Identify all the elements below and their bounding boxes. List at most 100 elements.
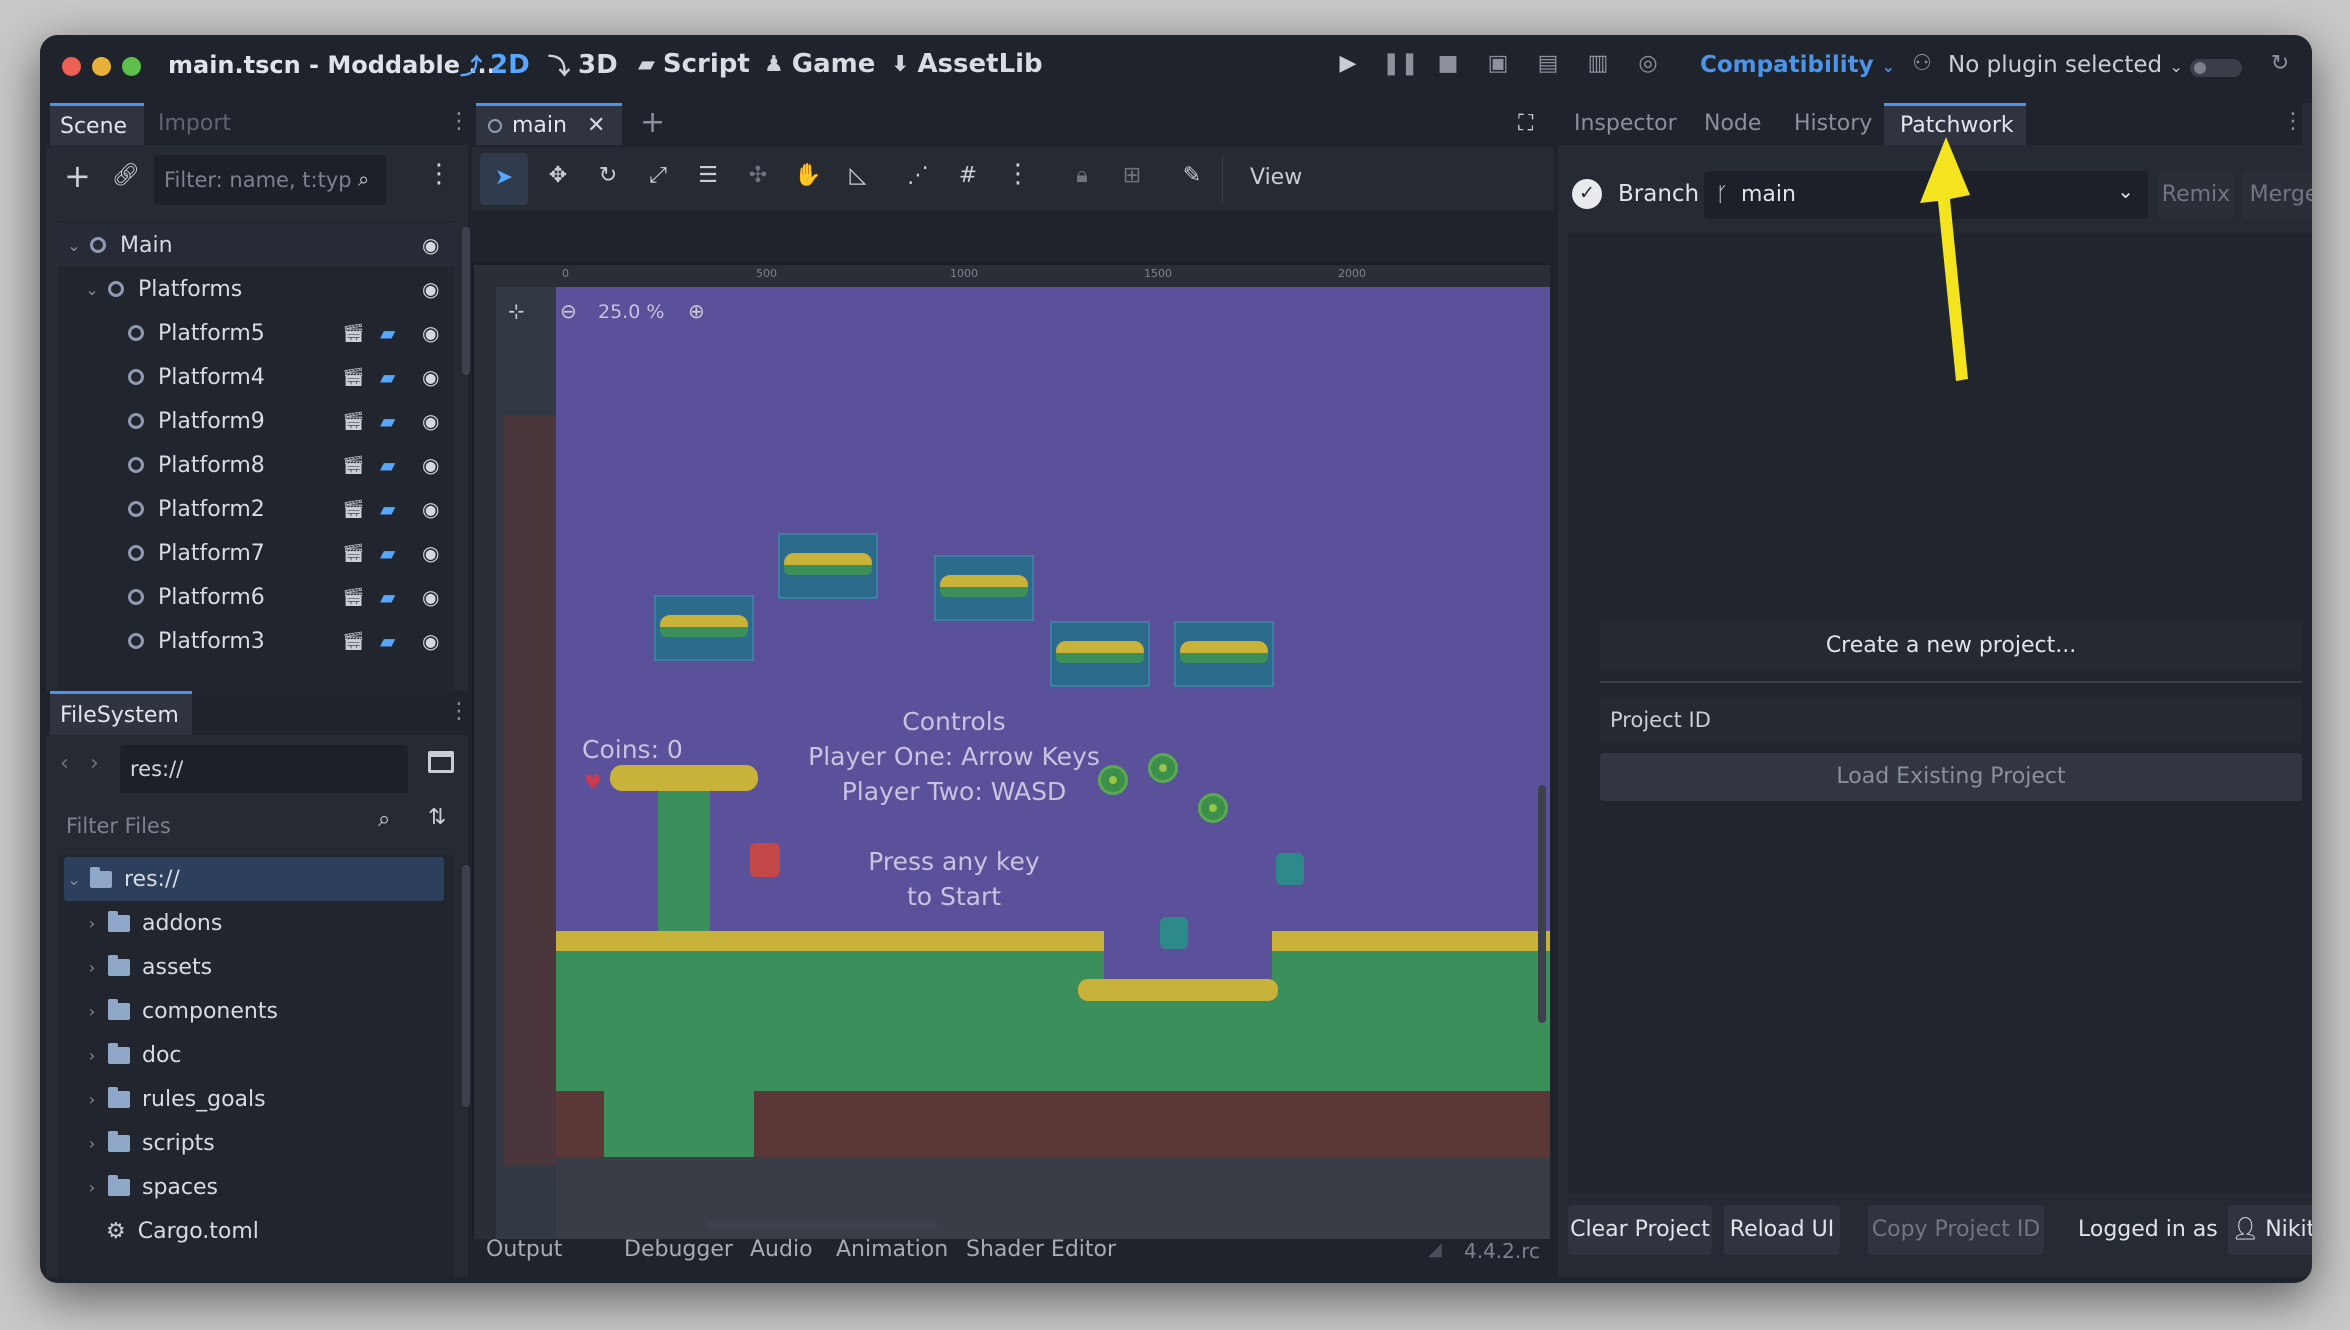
file-row-folder[interactable]: › scripts <box>58 1121 454 1165</box>
instance-scene-icon[interactable]: 🎬︎ <box>342 411 365 432</box>
script-icon[interactable]: ▰ <box>380 321 395 345</box>
plugin-select[interactable]: No plugin selected ⌄ <box>1948 52 2183 78</box>
create-project-button[interactable]: Create a new project... <box>1600 621 2302 671</box>
tab-main[interactable]: main ✕ <box>476 103 622 145</box>
back-arrow-icon[interactable]: ‹ <box>60 751 69 776</box>
add-tab-icon[interactable]: + <box>640 105 665 140</box>
chevron-right-icon[interactable]: › <box>82 1178 102 1197</box>
visibility-eye-icon[interactable]: ◉ <box>422 277 439 301</box>
dock-menu-icon[interactable]: ⋮ <box>2282 109 2304 134</box>
tab-filesystem[interactable]: FileSystem <box>50 691 192 735</box>
play-icon[interactable]: ▶ <box>1332 51 1364 76</box>
file-row-folder[interactable]: › doc <box>58 1033 454 1077</box>
script-icon[interactable]: ▰ <box>380 585 395 609</box>
view-menu[interactable]: View <box>1250 165 1302 190</box>
coin-sprite[interactable] <box>1098 765 1128 795</box>
workspace-3d-button[interactable]: ⤵ 3D <box>548 49 618 81</box>
play-scene-icon[interactable]: ▤ <box>1532 51 1564 76</box>
chevron-right-icon[interactable]: › <box>82 1046 102 1065</box>
player-one-sprite[interactable] <box>750 843 780 877</box>
plugin-toggle[interactable] <box>2190 59 2242 77</box>
chevron-right-icon[interactable]: › <box>82 1134 102 1153</box>
file-row-folder[interactable]: › addons <box>58 901 454 945</box>
close-window-button[interactable] <box>62 57 81 76</box>
visibility-eye-icon[interactable]: ◉ <box>422 629 439 653</box>
tab-animation[interactable]: Animation <box>836 1237 948 1262</box>
project-id-input[interactable]: Project ID <box>1600 697 2302 743</box>
lock-icon[interactable]: 🔒︎ <box>1066 163 1098 188</box>
script-icon[interactable]: ▰ <box>380 629 395 653</box>
pan-tool-icon[interactable]: ✋ <box>792 163 824 188</box>
workspace-game-button[interactable]: ♟ Game <box>764 49 875 79</box>
viewport-2d[interactable]: 0 500 1000 1500 2000 ⊹ ⊖ 25.0 % ⊕ Coins:… <box>472 263 1550 1239</box>
list-select-icon[interactable]: ☰ <box>692 163 724 188</box>
tab-inspector[interactable]: Inspector <box>1574 111 1677 136</box>
dock-menu-icon[interactable]: ⋮ <box>448 699 470 724</box>
remote-debug-icon[interactable]: ▣ <box>1482 51 1514 76</box>
stop-icon[interactable]: ■ <box>1432 51 1464 76</box>
ruler-tool-icon[interactable]: ◺ <box>842 163 874 188</box>
file-row-folder[interactable]: › assets <box>58 945 454 989</box>
add-node-icon[interactable]: + <box>64 157 91 195</box>
play-custom-scene-icon[interactable]: ▥ <box>1582 51 1614 76</box>
tree-row-platforms[interactable]: ⌄ Platforms ◉ <box>58 267 454 311</box>
instance-scene-icon[interactable]: 🎬︎ <box>342 455 365 476</box>
chevron-down-icon[interactable]: ⌄ <box>64 236 84 255</box>
file-row-root[interactable]: ⌄ res:// <box>64 857 444 901</box>
renderer-select[interactable]: Compatibility ⌄ <box>1700 52 1895 78</box>
merge-button[interactable]: Merge <box>2242 171 2312 219</box>
tab-scene[interactable]: Scene <box>50 103 144 145</box>
zoom-level[interactable]: 25.0 % <box>598 301 664 323</box>
move-tool-icon[interactable]: ✥ <box>542 163 574 188</box>
chevron-right-icon[interactable]: › <box>82 1002 102 1021</box>
tab-output[interactable]: Output <box>486 1237 562 1262</box>
visibility-eye-icon[interactable]: ◉ <box>422 365 439 389</box>
minimize-window-button[interactable] <box>92 57 111 76</box>
viewport-v-scrollbar[interactable] <box>1538 785 1546 1023</box>
file-row-folder[interactable]: › rules_goals <box>58 1077 454 1121</box>
dock-menu-icon[interactable]: ⋮ <box>448 109 470 134</box>
scene-tree-scrollbar[interactable] <box>462 227 470 375</box>
instance-scene-icon[interactable]: 🎬︎ <box>342 631 365 652</box>
pause-icon[interactable]: ❚❚ <box>1382 51 1419 76</box>
script-icon[interactable]: ▰ <box>380 453 395 477</box>
coin-sprite[interactable] <box>1198 793 1228 823</box>
maximize-window-button[interactable] <box>122 57 141 76</box>
script-icon[interactable]: ▰ <box>380 497 395 521</box>
script-icon[interactable]: ▰ <box>380 541 395 565</box>
bone-icon[interactable]: ✎ <box>1176 163 1208 188</box>
chevron-down-icon[interactable]: ⌄ <box>64 870 84 889</box>
coin-sprite[interactable] <box>1148 753 1178 783</box>
chevron-down-icon[interactable]: ⌄ <box>82 280 102 299</box>
visibility-eye-icon[interactable]: ◉ <box>422 541 439 565</box>
workspace-assetlib-button[interactable]: ⬇ AssetLib <box>891 49 1043 79</box>
tree-row-platform[interactable]: Platform4 🎬︎ ▰ ◉ <box>58 355 454 399</box>
load-project-button[interactable]: Load Existing Project <box>1600 753 2302 801</box>
viewport-h-scrollbar[interactable] <box>706 1221 938 1229</box>
visibility-eye-icon[interactable]: ◉ <box>422 321 439 345</box>
tree-row-main[interactable]: ⌄ Main ◉ <box>58 223 454 267</box>
script-icon[interactable]: ▰ <box>380 409 395 433</box>
tab-debugger[interactable]: Debugger <box>624 1237 733 1262</box>
file-row-folder[interactable]: › components <box>58 989 454 1033</box>
link-icon[interactable]: 🔗︎ <box>112 163 140 188</box>
file-tree-scrollbar[interactable] <box>462 865 470 1107</box>
platform-sprite[interactable] <box>778 533 878 599</box>
select-tool-icon[interactable]: ➤ <box>480 153 528 205</box>
platform-sprite[interactable] <box>934 555 1034 621</box>
visibility-eye-icon[interactable]: ◉ <box>422 409 439 433</box>
lower-platform-top[interactable] <box>1078 979 1278 1001</box>
tree-row-platform[interactable]: Platform8 🎬︎ ▰ ◉ <box>58 443 454 487</box>
smart-snap-icon[interactable]: ⋰ <box>902 163 934 188</box>
chevron-right-icon[interactable]: › <box>82 914 102 933</box>
instance-scene-icon[interactable]: 🎬︎ <box>342 499 365 520</box>
tab-import[interactable]: Import <box>158 111 231 136</box>
enemy-sprite[interactable] <box>1276 853 1304 885</box>
chevron-right-icon[interactable]: › <box>82 1090 102 1109</box>
platform-sprite[interactable] <box>1174 621 1274 687</box>
tab-audio[interactable]: Audio <box>750 1237 813 1262</box>
forward-arrow-icon[interactable]: › <box>90 751 99 776</box>
remix-button[interactable]: Remix <box>2158 171 2234 219</box>
grid-snap-icon[interactable]: # <box>952 163 984 188</box>
instance-scene-icon[interactable]: 🎬︎ <box>342 323 365 344</box>
